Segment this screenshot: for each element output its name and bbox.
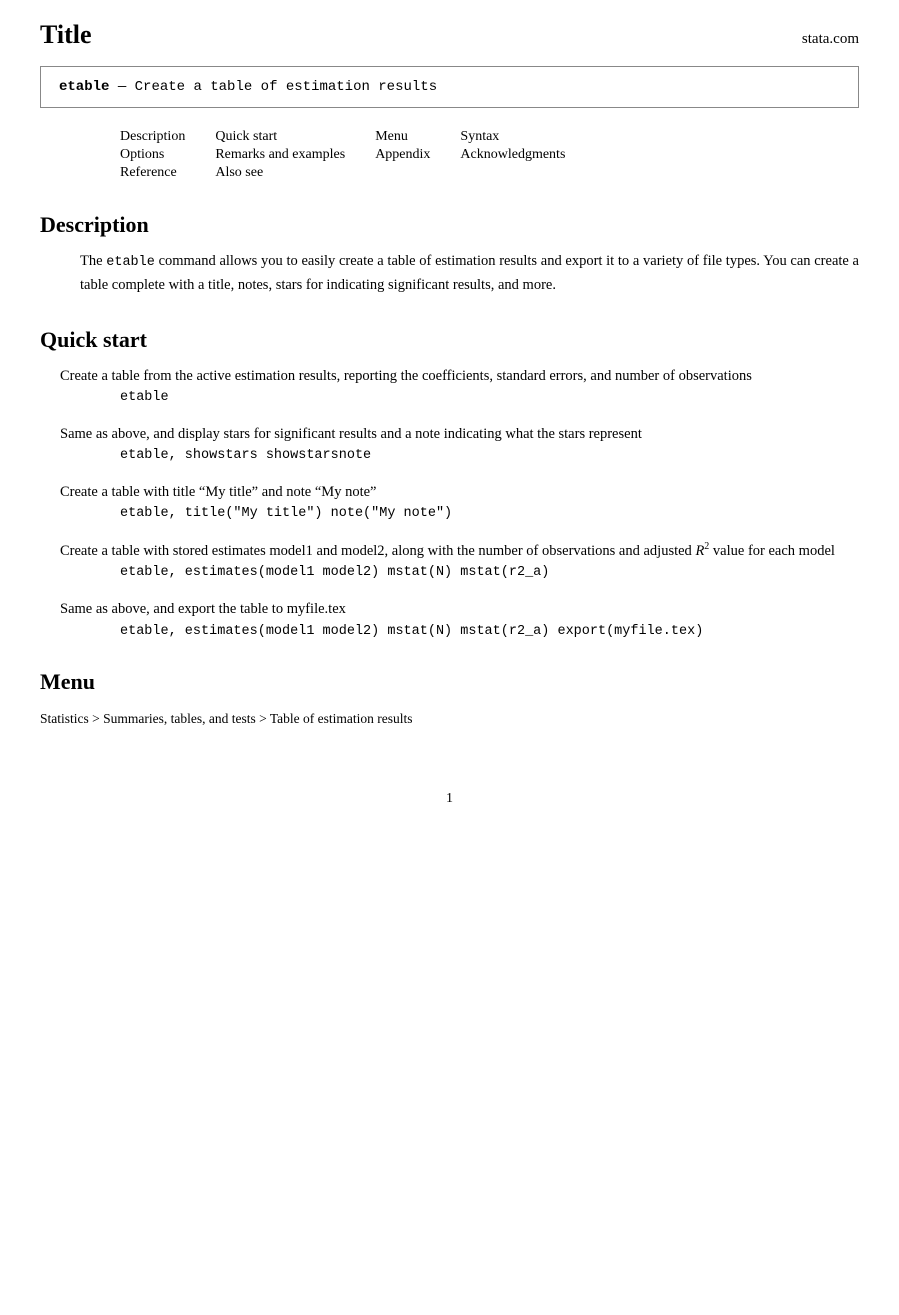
nav-reference[interactable]: Reference [120,165,177,180]
nav-quick-start[interactable]: Quick start [215,129,277,144]
nav-description[interactable]: Description [120,129,185,144]
quick-start-code-5: etable, estimates(model1 model2) mstat(N… [120,624,859,639]
quick-start-code-4: etable, estimates(model1 model2) mstat(N… [120,565,859,580]
nav-table: Description Quick start Menu Syntax Opti… [40,128,859,182]
command-name: etable [59,79,109,95]
nav-syntax[interactable]: Syntax [460,129,499,144]
menu-path: Statistics > Summaries, tables, and test… [40,707,859,731]
page-title: Title [40,20,92,50]
quick-start-text-3: Create a table with title “My title” and… [60,484,376,500]
quick-start-text-1: Create a table from the active estimatio… [60,368,752,384]
nav-remarks[interactable]: Remarks and examples [215,147,345,162]
quick-start-item-5: Same as above, and export the table to m… [40,598,859,638]
title-separator: — [118,79,126,95]
menu-heading: Menu [40,669,859,695]
title-box: etable — Create a table of estimation re… [40,66,859,108]
quick-start-item-3: Create a table with title “My title” and… [40,481,859,521]
nav-appendix[interactable]: Appendix [375,147,430,162]
stata-brand: stata.com [802,31,859,48]
quick-start-item-2: Same as above, and display stars for sig… [40,423,859,463]
page-header: Title stata.com [40,20,859,50]
quick-start-code-1: etable [120,390,859,405]
nav-menu[interactable]: Menu [375,129,408,144]
quick-start-heading: Quick start [40,327,859,353]
quick-start-code-2: etable, showstars showstarsnote [120,448,859,463]
quick-start-text-5: Same as above, and export the table to m… [60,601,346,617]
quick-start-code-3: etable, title("My title") note("My note"… [120,506,859,521]
quick-start-section: Quick start Create a table from the acti… [40,327,859,639]
description-heading: Description [40,212,859,238]
quick-start-text-2: Same as above, and display stars for sig… [60,426,642,442]
nav-also-see[interactable]: Also see [215,165,263,180]
title-description: Create a table of estimation results [135,79,437,95]
etable-inline-code: etable [106,255,155,270]
menu-section: Menu Statistics > Summaries, tables, and… [40,669,859,731]
description-body: The etable command allows you to easily … [80,250,859,297]
page-footer: 1 [40,791,859,807]
quick-start-text-4: Create a table with stored estimates mod… [60,543,835,559]
nav-options[interactable]: Options [120,147,164,162]
quick-start-item-4: Create a table with stored estimates mod… [40,539,859,580]
description-section: Description The etable command allows yo… [40,212,859,297]
page-number: 1 [446,791,453,806]
nav-acknowledgments[interactable]: Acknowledgments [460,147,565,162]
quick-start-item-1: Create a table from the active estimatio… [40,365,859,405]
